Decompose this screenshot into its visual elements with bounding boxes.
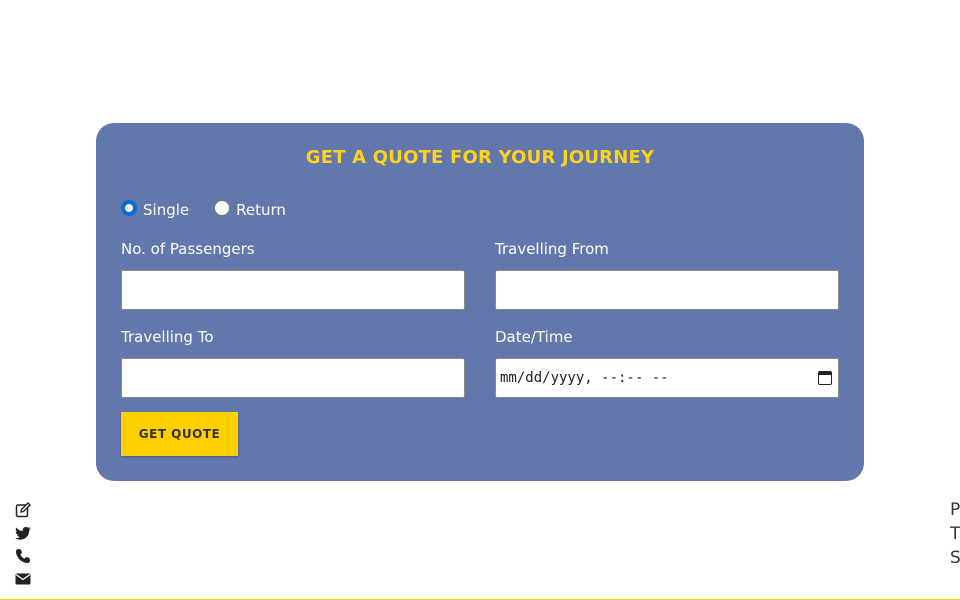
- single-radio-label: Single: [143, 201, 190, 219]
- calendar-icon[interactable]: [818, 371, 832, 385]
- right-edge-text: P T S: [950, 498, 960, 570]
- right-edge-line-2: T: [950, 524, 960, 544]
- return-radio[interactable]: [214, 200, 231, 216]
- to-field-group: Travelling To: [121, 328, 465, 398]
- datetime-input[interactable]: mm/dd/yyyy, --:-- --: [495, 358, 839, 398]
- single-radio-checked[interactable]: [121, 200, 137, 216]
- datetime-label: Date/Time: [495, 328, 573, 346]
- page: Single Return No. of Passengers Travelli…: [0, 0, 960, 600]
- get-quote-button[interactable]: GET QUOTE: [121, 412, 238, 456]
- edit-icon[interactable]: [15, 502, 31, 518]
- quote-form-title: GET A QUOTE FOR YOUR JOURNEY: [305, 147, 655, 168]
- twitter-icon[interactable]: [15, 525, 31, 541]
- datetime-value: mm/dd/yyyy, --:-- --: [500, 370, 669, 386]
- passengers-label: No. of Passengers: [121, 240, 255, 258]
- to-label: Travelling To: [121, 328, 214, 346]
- trip-type-radio-group: Single Return: [121, 200, 311, 220]
- to-input[interactable]: [121, 358, 465, 398]
- return-radio-label: Return: [236, 201, 286, 219]
- from-input[interactable]: [495, 270, 839, 310]
- datetime-field-group: Date/Time mm/dd/yyyy, --:-- --: [495, 328, 839, 398]
- passengers-field-group: No. of Passengers: [121, 240, 465, 310]
- right-edge-line-3: S: [950, 548, 960, 568]
- from-field-group: Travelling From: [495, 240, 839, 310]
- from-label: Travelling From: [495, 240, 609, 258]
- trip-type-single-option[interactable]: Single: [121, 200, 190, 219]
- envelope-icon[interactable]: [15, 571, 31, 587]
- passengers-input[interactable]: [121, 270, 465, 310]
- right-edge-line-1: P: [950, 500, 960, 520]
- trip-type-return-option[interactable]: Return: [214, 200, 286, 219]
- side-icon-column: [15, 502, 31, 594]
- phone-icon[interactable]: [15, 548, 31, 564]
- quote-card: Single Return No. of Passengers Travelli…: [96, 123, 864, 481]
